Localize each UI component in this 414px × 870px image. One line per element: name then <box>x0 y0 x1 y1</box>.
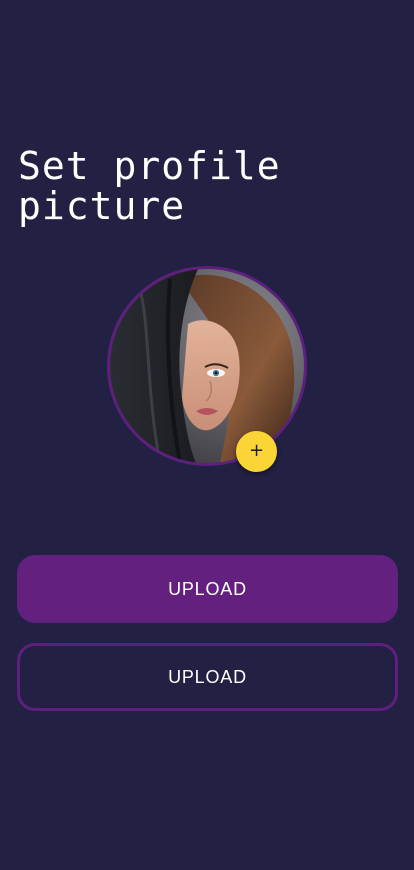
avatar-container: + <box>107 266 307 472</box>
plus-icon: + <box>248 440 265 461</box>
upload-button-primary[interactable]: UPLOAD <box>17 555 398 623</box>
upload-button-outline[interactable]: UPLOAD <box>17 643 398 711</box>
add-photo-button[interactable]: + <box>236 431 277 472</box>
profile-photo <box>110 269 304 463</box>
avatar <box>107 266 307 466</box>
page-title: Set profile picture <box>18 144 281 228</box>
